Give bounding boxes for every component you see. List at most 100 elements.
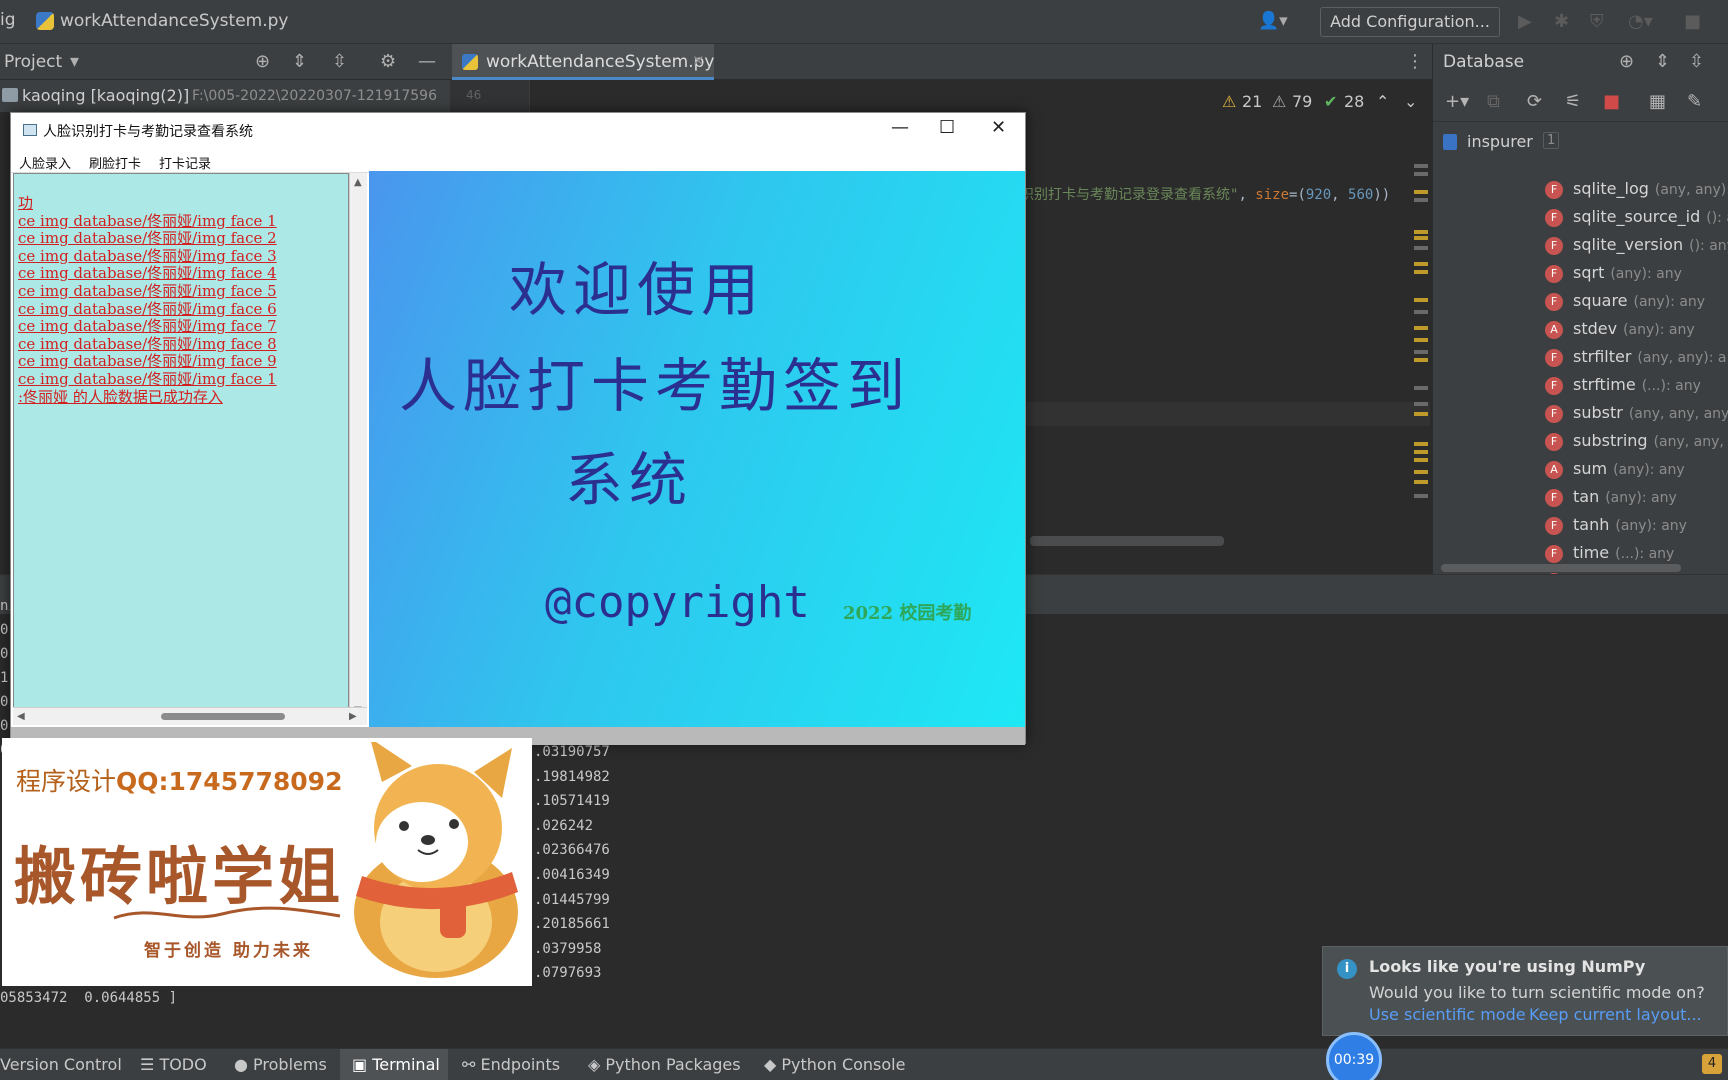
- tab-endpoints[interactable]: ⚯ Endpoints: [462, 1055, 560, 1074]
- database-root[interactable]: inspurer: [1467, 132, 1533, 151]
- function-icon: F: [1545, 293, 1563, 311]
- expand-all-icon[interactable]: ⇕: [1655, 51, 1670, 72]
- function-signature: (any, any): a: [1637, 350, 1727, 366]
- python-console-icon: ◆: [764, 1055, 782, 1074]
- stop-icon[interactable]: ■: [1684, 11, 1701, 32]
- terminal-value-line: .01445799: [534, 891, 610, 908]
- db-function-item[interactable]: Fsubstring (any, any,: [1545, 428, 1728, 456]
- tab-version-control[interactable]: Version Control: [0, 1055, 122, 1074]
- log-vertical-scrollbar[interactable]: ▲ ▼: [349, 173, 367, 725]
- coverage-icon[interactable]: ⛨: [1590, 11, 1604, 32]
- tab-workattendancesystem[interactable]: workAttendanceSystem.py ✕: [452, 44, 714, 80]
- log-horizontal-scrollbar[interactable]: ◀ ▶: [13, 707, 367, 725]
- weak-warning-count[interactable]: 79: [1292, 92, 1312, 111]
- log-text-area[interactable]: 功 ce img database/佟丽娅/img face 1 ce img da…: [13, 173, 349, 725]
- weak-warning-icon[interactable]: ⚠: [1272, 92, 1286, 111]
- warning-icon[interactable]: ⚠: [1222, 92, 1236, 111]
- promo-qq-number: QQ:1745778092: [116, 767, 343, 796]
- database-tree[interactable]: inspurer 1 Fsqlite_log (any, any): Fsqlite…: [1433, 124, 1728, 591]
- warning-count[interactable]: 21: [1242, 92, 1262, 111]
- minimize-icon[interactable]: —: [891, 117, 909, 138]
- db-function-item[interactable]: Fstrfilter (any, any): a: [1545, 344, 1728, 372]
- schema-icon[interactable]: ⚟: [1565, 91, 1581, 112]
- table-icon[interactable]: ▦: [1649, 91, 1666, 112]
- copy-icon[interactable]: ⧉: [1487, 91, 1500, 112]
- db-function-item[interactable]: Fstrftime (...): any: [1545, 372, 1728, 400]
- editor-horizontal-scrollbar[interactable]: [1030, 536, 1224, 546]
- run-icon[interactable]: ▶: [1518, 11, 1532, 32]
- db-function-item[interactable]: Fsqrt (any): any: [1545, 260, 1728, 288]
- next-highlight-icon[interactable]: ⌄: [1404, 92, 1417, 111]
- promo-qq: 程序设计QQ:1745778092: [16, 762, 342, 798]
- tab-problems[interactable]: ● Problems: [234, 1055, 327, 1074]
- gear-icon[interactable]: ⚙: [380, 51, 396, 72]
- edit-icon[interactable]: ✎: [1687, 91, 1702, 112]
- project-view-label[interactable]: Project: [4, 52, 62, 72]
- minimize-icon[interactable]: —: [418, 51, 436, 72]
- tab-terminal[interactable]: ▣ Terminal: [352, 1055, 440, 1074]
- profile-icon[interactable]: ◔▾: [1628, 11, 1653, 32]
- project-tree-root[interactable]: kaoqing [kaoqing(2)] F:\005-2022\2022030…: [0, 80, 450, 112]
- error-stripe[interactable]: [1412, 150, 1430, 540]
- scroll-left-icon[interactable]: ◀: [17, 711, 25, 722]
- terminal-left-char: 0: [0, 646, 9, 662]
- terminal-left-char: 1: [0, 670, 9, 686]
- expand-all-icon[interactable]: ⇕: [292, 51, 307, 72]
- debug-icon[interactable]: ✱: [1554, 11, 1569, 32]
- tab-python-console[interactable]: ◆ Python Console: [764, 1055, 905, 1074]
- maximize-icon[interactable]: ☐: [939, 117, 955, 138]
- notification-body: Would you like to turn scientific mode o…: [1369, 983, 1705, 1002]
- db-function-item[interactable]: Fsubstr (any, any, any: [1545, 400, 1728, 428]
- add-configuration-button[interactable]: Add Configuration...: [1320, 7, 1500, 37]
- menu-face-checkin[interactable]: 刷脸打卡: [89, 153, 141, 172]
- scroll-up-icon[interactable]: ▲: [354, 177, 362, 188]
- db-function-item[interactable]: Ftan (any): any: [1545, 484, 1728, 512]
- welcome-line-2: 人脸打卡考勤签到: [399, 352, 912, 420]
- db-function-item[interactable]: Fsquare (any): any: [1545, 288, 1728, 316]
- chevron-down-icon[interactable]: ▾: [70, 51, 79, 72]
- tab-python-packages[interactable]: ◈ Python Packages: [588, 1055, 741, 1074]
- db-function-item[interactable]: Fsqlite_log (any, any):: [1545, 176, 1728, 204]
- refresh-icon[interactable]: ⟳: [1527, 91, 1542, 112]
- event-log-badge[interactable]: 4: [1702, 1054, 1722, 1074]
- terminal-value-line: .0797693: [534, 965, 602, 982]
- menu-face-enroll[interactable]: 人脸录入: [19, 153, 71, 172]
- db-function-item[interactable]: Fsqlite_source_id (): a: [1545, 204, 1728, 232]
- db-function-item[interactable]: Asum (any): any: [1545, 456, 1728, 484]
- close-icon[interactable]: ✕: [991, 117, 1006, 138]
- tab-problems-label: Problems: [253, 1055, 327, 1074]
- menu-checkin-records[interactable]: 打卡记录: [159, 153, 211, 172]
- use-scientific-mode-link[interactable]: Use scientific mode: [1369, 1005, 1526, 1024]
- db-function-item[interactable]: Ftanh (any): any: [1545, 512, 1728, 540]
- tab-todo[interactable]: ☰ TODO: [140, 1055, 207, 1074]
- database-horizontal-scrollbar[interactable]: [1441, 564, 1681, 572]
- project-root-name: kaoqing [kaoqing(2)]: [22, 86, 190, 105]
- line-number: 46: [466, 88, 482, 102]
- breadcrumb-project[interactable]: ig: [0, 10, 16, 30]
- scroll-thumb[interactable]: [161, 713, 285, 720]
- folder-icon: [2, 88, 18, 102]
- db-function-item[interactable]: Fsqlite_version (): any: [1545, 232, 1728, 260]
- collapse-all-icon[interactable]: ⇳: [332, 51, 347, 72]
- title-bar: ig workAttendanceSystem.py 👤▾ Add Config…: [0, 0, 1728, 44]
- db-function-item[interactable]: Astdev (any): any: [1545, 316, 1728, 344]
- scroll-right-icon[interactable]: ▶: [349, 711, 357, 722]
- more-icon[interactable]: ⋮: [1406, 51, 1424, 72]
- breadcrumb-file[interactable]: workAttendanceSystem.py: [60, 11, 288, 31]
- terminal-left-char: 0: [0, 718, 9, 734]
- locate-icon[interactable]: ⊕: [1619, 51, 1634, 72]
- typo-count[interactable]: 28: [1344, 92, 1364, 111]
- app-title-bar: 人脸识别打卡与考勤记录查看系统 — ☐ ✕: [11, 113, 1025, 149]
- prev-highlight-icon[interactable]: ⌃: [1376, 92, 1389, 111]
- tool-window-bar: Version Control ☰ TODO ● Problems ▣ Term…: [0, 1048, 1728, 1080]
- close-tab-icon[interactable]: ✕: [692, 52, 705, 70]
- stop-icon[interactable]: ■: [1603, 91, 1620, 112]
- promo-banner: 程序设计QQ:1745778092 搬砖啦学姐 智于创造 助力未来: [2, 738, 532, 986]
- terminal-value-line: .20185661: [534, 916, 610, 933]
- collapse-all-icon[interactable]: ⇳: [1689, 51, 1704, 72]
- typo-icon[interactable]: ✔: [1324, 92, 1337, 111]
- add-icon[interactable]: +▾: [1445, 91, 1469, 112]
- locate-icon[interactable]: ⊕: [255, 51, 270, 72]
- user-icon[interactable]: 👤▾: [1258, 11, 1288, 31]
- keep-layout-link[interactable]: Keep current layout...: [1529, 1005, 1702, 1024]
